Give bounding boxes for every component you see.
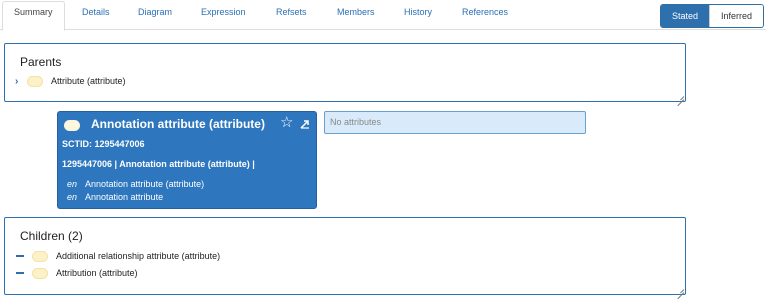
child-item[interactable]: Additional relationship attribute (attri…	[15, 249, 220, 263]
chevron-right-icon[interactable]: ›	[15, 76, 25, 87]
resize-handle-icon[interactable]	[677, 286, 684, 293]
inferred-button[interactable]: Inferred	[708, 5, 763, 27]
parents-title: Parents	[20, 55, 62, 69]
language-code: en	[67, 192, 78, 202]
collapse-icon[interactable]	[16, 255, 24, 257]
child-item[interactable]: Attribution (attribute)	[15, 266, 138, 280]
primitive-concept-icon	[27, 75, 43, 87]
stated-inferred-toggle: Stated Inferred	[659, 4, 764, 28]
tab-references[interactable]: References	[462, 0, 508, 30]
stated-button[interactable]: Stated	[660, 5, 709, 27]
description-term: Annotation attribute (attribute)	[85, 179, 205, 189]
concept-fsn: 1295447006 | Annotation attribute (attri…	[62, 159, 255, 169]
tab-refsets[interactable]: Refsets	[276, 0, 307, 30]
primitive-concept-icon	[32, 267, 48, 279]
parent-item[interactable]: › Attribute (attribute)	[15, 74, 126, 88]
primitive-concept-icon	[32, 250, 48, 262]
children-title: Children (2)	[20, 229, 83, 243]
parents-panel: Parents › Attribute (attribute)	[4, 43, 686, 102]
tab-members[interactable]: Members	[337, 0, 375, 30]
description-row: en Annotation attribute (attribute)	[67, 179, 204, 189]
open-concept-icon[interactable]	[300, 119, 310, 129]
tab-history[interactable]: History	[404, 0, 432, 30]
concept-sctid: SCTID: 1295447006	[62, 139, 145, 149]
parent-item-label: Attribute (attribute)	[51, 76, 126, 86]
tab-details[interactable]: Details	[82, 0, 110, 30]
collapse-icon[interactable]	[16, 272, 24, 274]
tab-diagram[interactable]: Diagram	[138, 0, 172, 30]
language-code: en	[67, 179, 78, 189]
star-icon[interactable]: ☆	[280, 115, 293, 131]
tab-bar: Summary Details Diagram Expression Refse…	[0, 0, 766, 31]
child-item-label: Attribution (attribute)	[56, 268, 138, 278]
primitive-concept-icon	[64, 120, 80, 131]
description-term: Annotation attribute	[85, 192, 164, 202]
tab-expression[interactable]: Expression	[201, 0, 246, 30]
focus-concept-card: Annotation attribute (attribute) ☆ SCTID…	[57, 111, 317, 209]
description-row: en Annotation attribute	[67, 192, 163, 202]
concept-title: Annotation attribute (attribute)	[91, 117, 265, 131]
resize-handle-icon[interactable]	[677, 93, 684, 100]
child-item-label: Additional relationship attribute (attri…	[56, 251, 221, 261]
children-panel: Children (2) Additional relationship att…	[4, 217, 686, 295]
tab-summary[interactable]: Summary	[2, 1, 65, 31]
attributes-box: No attributes	[324, 111, 586, 134]
